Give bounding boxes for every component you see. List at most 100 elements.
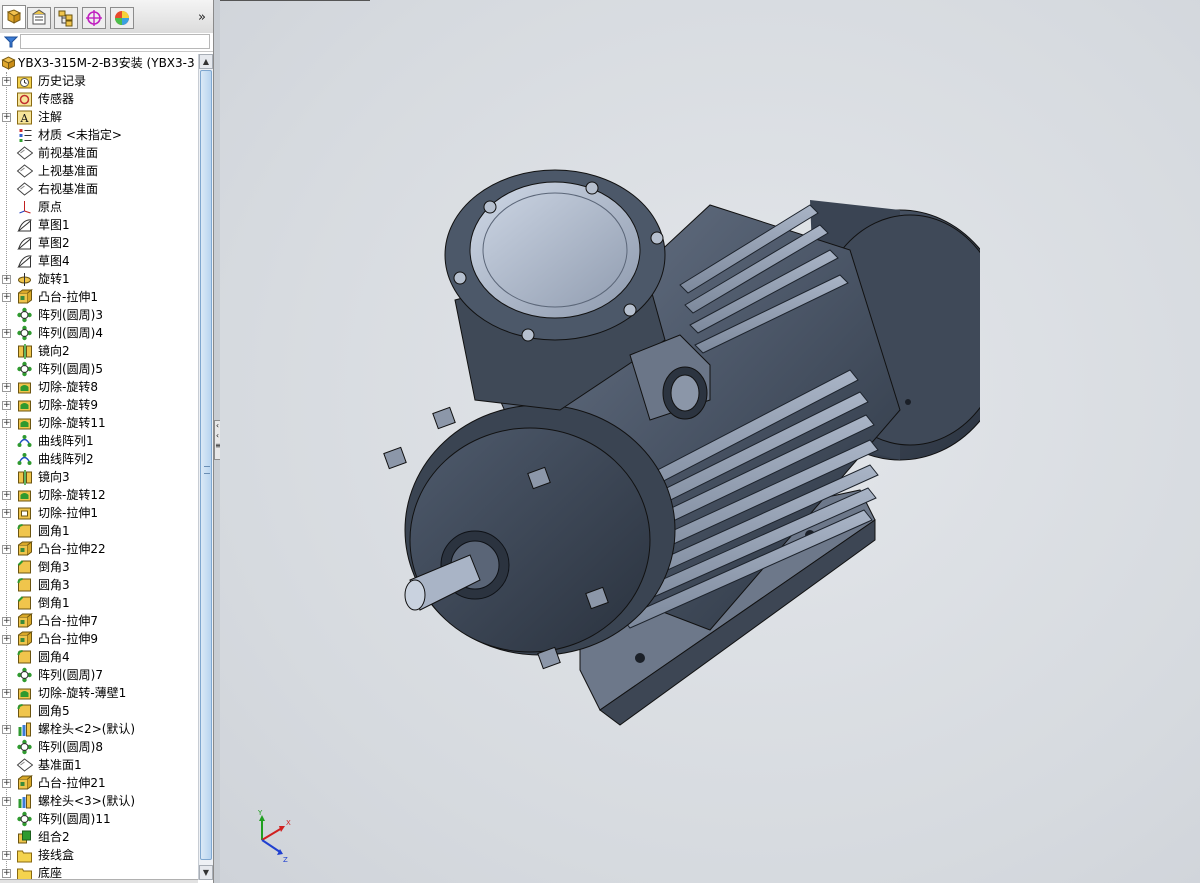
circular-pattern-icon	[17, 739, 32, 755]
expand-toggle-icon[interactable]: +	[2, 419, 11, 428]
tree-item[interactable]: 基准面1	[0, 756, 198, 774]
tree-item[interactable]: 草图4	[0, 252, 198, 270]
filter-icon[interactable]	[4, 35, 18, 49]
tree-item[interactable]: 曲线阵列1	[0, 432, 198, 450]
tree-item[interactable]: + A 注解	[0, 108, 198, 126]
tree-item[interactable]: 材质 <未指定>	[0, 126, 198, 144]
expand-toggle-icon[interactable]: +	[2, 635, 11, 644]
expand-toggle-icon[interactable]: +	[2, 617, 11, 626]
scroll-thumb[interactable]	[200, 70, 212, 860]
expand-toggle-icon[interactable]: +	[2, 545, 11, 554]
tree-vertical-scrollbar[interactable]: ▲ ▼	[198, 54, 213, 880]
expand-toggle-icon[interactable]: +	[2, 275, 11, 284]
tree-item[interactable]: + 旋转1	[0, 270, 198, 288]
tree-item[interactable]: + 切除-旋转-薄壁1	[0, 684, 198, 702]
tree-item[interactable]: 镜向2	[0, 342, 198, 360]
expand-toggle-icon[interactable]: +	[2, 293, 11, 302]
triad-x-label: X	[286, 819, 291, 827]
expand-toggle-icon[interactable]: +	[2, 725, 11, 734]
tree-item[interactable]: 阵列(圆周)3	[0, 306, 198, 324]
fillet-icon	[17, 650, 31, 664]
expand-toggle-icon[interactable]: +	[2, 869, 11, 878]
tree-item[interactable]: 圆角4	[0, 648, 198, 666]
tree-item[interactable]: 阵列(圆周)7	[0, 666, 198, 684]
expand-toggle-icon[interactable]: +	[2, 329, 11, 338]
scroll-up-button[interactable]: ▲	[199, 54, 213, 69]
expand-toggle-icon[interactable]: +	[2, 851, 11, 860]
tree-item[interactable]: 草图2	[0, 234, 198, 252]
tree-horizontal-scrollbar[interactable]	[0, 879, 198, 883]
tree-item[interactable]: + 切除-拉伸1	[0, 504, 198, 522]
tree-root-part[interactable]: YBX3-315M-2-B3安装 (YBX3-3	[0, 54, 198, 72]
tree-item[interactable]: 组合2	[0, 828, 198, 846]
tree-item[interactable]: + 切除-旋转8	[0, 378, 198, 396]
tree-item[interactable]: 上视基准面	[0, 162, 198, 180]
tree-item[interactable]: + 阵列(圆周)4	[0, 324, 198, 342]
tree-item[interactable]: 圆角5	[0, 702, 198, 720]
cut-extrude-icon	[18, 507, 31, 520]
tree-item-label: 右视基准面	[38, 182, 99, 196]
tree-item[interactable]: 传感器	[0, 90, 198, 108]
tree-item-label: 倒角1	[38, 596, 70, 610]
fillet-icon	[17, 704, 31, 718]
tree-item-label: 阵列(圆周)5	[38, 362, 103, 376]
revolve-icon	[18, 273, 31, 286]
expand-toggle-icon[interactable]: +	[2, 113, 11, 122]
expand-toggle-icon[interactable]: +	[2, 401, 11, 410]
expand-toggle-icon[interactable]: +	[2, 797, 11, 806]
tree-item-label: 草图2	[38, 236, 70, 250]
tree-item[interactable]: 倒角3	[0, 558, 198, 576]
expand-toggle-icon[interactable]: +	[2, 779, 11, 788]
configuration-manager-tab[interactable]	[54, 7, 78, 29]
expand-toggle-icon[interactable]: +	[2, 77, 11, 86]
tree-item[interactable]: + 螺栓头<3>(默认)	[0, 792, 198, 810]
more-tabs-button[interactable]: »	[194, 9, 210, 27]
display-manager-tab[interactable]	[110, 7, 134, 29]
tree-item[interactable]: + 切除-旋转12	[0, 486, 198, 504]
cut-revolve-icon	[18, 688, 31, 700]
tree-item[interactable]: 圆角1	[0, 522, 198, 540]
circular-pattern-icon	[17, 811, 32, 827]
tree-item[interactable]: 倒角1	[0, 594, 198, 612]
tree-item[interactable]: + 切除-旋转9	[0, 396, 198, 414]
tree-item[interactable]: + 凸台-拉伸9	[0, 630, 198, 648]
tree-item[interactable]: + 接线盒	[0, 846, 198, 864]
tree-item[interactable]: 镜向3	[0, 468, 198, 486]
motor-3d-model[interactable]	[380, 110, 980, 730]
tree-item[interactable]: 阵列(圆周)8	[0, 738, 198, 756]
tree-item[interactable]: + 切除-旋转11	[0, 414, 198, 432]
feature-manager-tab[interactable]	[2, 5, 26, 29]
scroll-down-button[interactable]: ▼	[199, 865, 213, 880]
tree-item[interactable]: 前视基准面	[0, 144, 198, 162]
tree-item[interactable]: + 凸台-拉伸22	[0, 540, 198, 558]
graphics-viewport[interactable]: Y X Z	[220, 0, 1200, 883]
tree-item-label: 上视基准面	[38, 164, 99, 178]
tree-item[interactable]: + 凸台-拉伸7	[0, 612, 198, 630]
tree-item[interactable]: 圆角3	[0, 576, 198, 594]
tree-item-label: 切除-旋转12	[38, 488, 106, 502]
cut-revolve-icon	[18, 490, 31, 502]
tree-item[interactable]: 阵列(圆周)5	[0, 360, 198, 378]
expand-toggle-icon[interactable]: +	[2, 689, 11, 698]
expand-toggle-icon[interactable]: +	[2, 383, 11, 392]
tree-item-label: 切除-旋转-薄壁1	[38, 686, 127, 700]
tree-item[interactable]: 曲线阵列2	[0, 450, 198, 468]
tree-item[interactable]: + 凸台-拉伸21	[0, 774, 198, 792]
curve-pattern-icon	[17, 453, 32, 465]
tree-item-label: 传感器	[38, 92, 75, 106]
dimxpert-tab[interactable]	[82, 7, 106, 29]
tree-item[interactable]: + 凸台-拉伸1	[0, 288, 198, 306]
tree-item[interactable]: 草图1	[0, 216, 198, 234]
expand-toggle-icon[interactable]: +	[2, 509, 11, 518]
tree-item[interactable]: 原点	[0, 198, 198, 216]
property-manager-tab[interactable]	[27, 7, 51, 29]
tree-item[interactable]: + 螺栓头<2>(默认)	[0, 720, 198, 738]
tree-item-label: 凸台-拉伸7	[38, 614, 98, 628]
filter-input[interactable]	[20, 34, 210, 49]
tree-item[interactable]: 阵列(圆周)11	[0, 810, 198, 828]
tree-item[interactable]: + 历史记录	[0, 72, 198, 90]
material-icon	[19, 129, 32, 142]
tree-item[interactable]: 右视基准面	[0, 180, 198, 198]
configuration-icon	[58, 10, 73, 27]
expand-toggle-icon[interactable]: +	[2, 491, 11, 500]
